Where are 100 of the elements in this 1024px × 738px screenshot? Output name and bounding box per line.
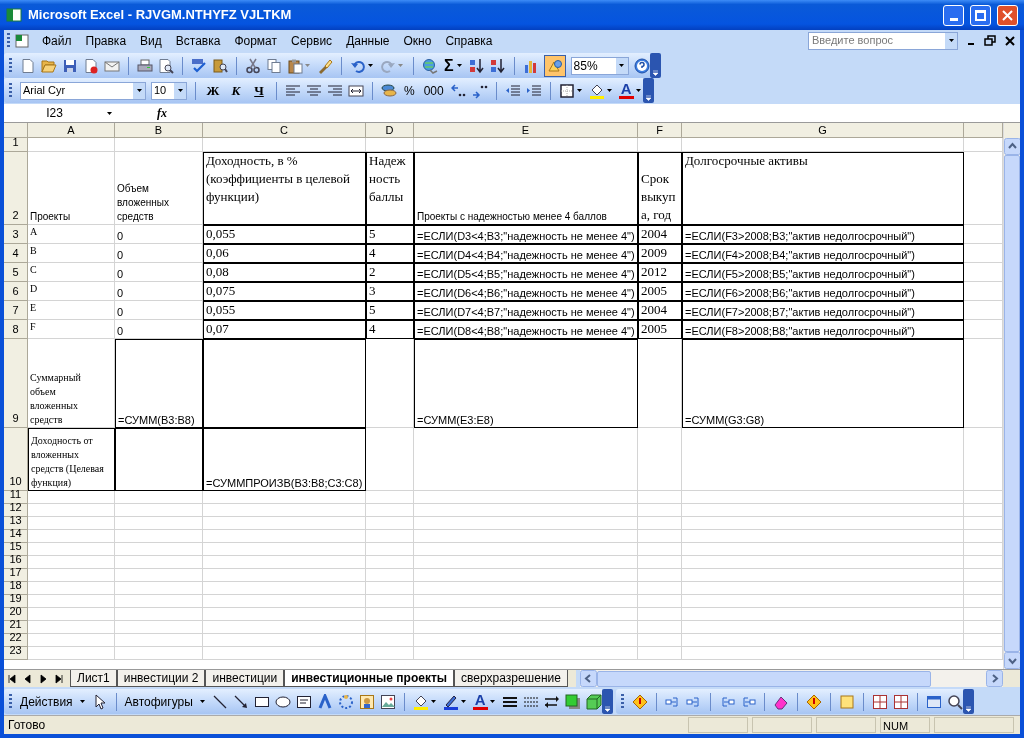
toolbar-options-icon[interactable] — [962, 689, 974, 714]
name-box[interactable]: I23 — [4, 104, 114, 122]
menu-item[interactable]: Файл — [35, 31, 79, 50]
toolbar-options-icon[interactable] — [642, 78, 654, 103]
borders-icon[interactable] — [558, 82, 575, 99]
sort-descending-icon[interactable] — [489, 57, 506, 74]
column-header[interactable]: E — [414, 123, 638, 138]
restore-icon[interactable] — [984, 34, 996, 47]
row-header[interactable]: 17 — [4, 569, 28, 582]
increase-decimal-icon[interactable] — [450, 82, 467, 99]
caret-icon[interactable] — [177, 89, 183, 92]
menu-item[interactable]: Формат — [227, 31, 285, 50]
merge-center-icon[interactable] — [348, 82, 364, 99]
previous-sheet-icon[interactable] — [22, 672, 34, 685]
clip-art-icon[interactable] — [358, 693, 375, 710]
copy-icon[interactable] — [266, 57, 282, 74]
new-document-icon[interactable] — [20, 57, 36, 74]
sort-ascending-icon[interactable] — [468, 57, 485, 74]
coins-icon[interactable] — [381, 82, 397, 99]
font-dropdown[interactable]: Arial Cyr — [20, 81, 146, 100]
menu-item[interactable]: Правка — [78, 31, 134, 50]
row-header[interactable]: 4 — [4, 244, 28, 263]
font-style-button[interactable]: К — [227, 80, 245, 101]
row-header[interactable]: 15 — [4, 543, 28, 556]
font-color-button[interactable]: A — [472, 693, 488, 710]
help-icon[interactable] — [633, 57, 650, 74]
caret-icon[interactable] — [635, 89, 641, 92]
row-header[interactable]: 19 — [4, 595, 28, 608]
font-style-button[interactable]: Ж — [204, 80, 222, 101]
caret-icon[interactable] — [456, 64, 462, 67]
toolbar-options-icon[interactable] — [601, 689, 613, 714]
warning-diamond-icon[interactable] — [631, 693, 648, 710]
menu-item[interactable]: Сервис — [284, 31, 340, 50]
sheet-tab[interactable]: Лист1 — [70, 670, 117, 687]
scroll-up-icon[interactable] — [1004, 138, 1020, 155]
row-header[interactable]: 8 — [4, 320, 28, 339]
column-header[interactable]: C — [203, 123, 366, 138]
caret-icon[interactable] — [576, 89, 582, 92]
decrease-indent-icon[interactable] — [504, 82, 521, 99]
menu-item[interactable]: Данные — [339, 31, 397, 50]
row-header[interactable]: 22 — [4, 634, 28, 647]
book-icon[interactable] — [212, 57, 228, 74]
autoshapes-menu[interactable]: Автофигуры — [124, 692, 193, 711]
number-format-button[interactable]: 000 — [421, 81, 446, 100]
column-header[interactable]: D — [366, 123, 414, 138]
sheet-tab[interactable]: инвестиционные проекты — [284, 670, 455, 687]
open-folder-icon[interactable] — [41, 57, 57, 74]
row-header[interactable]: 18 — [4, 582, 28, 595]
font-style-button[interactable]: Ч — [250, 80, 268, 101]
diagram-icon[interactable] — [337, 693, 354, 710]
double-arrow-icon[interactable] — [543, 693, 560, 710]
row-header[interactable]: 14 — [4, 530, 28, 543]
minimize-button[interactable] — [943, 4, 964, 26]
fill-bucket-icon[interactable] — [588, 82, 605, 99]
scroll-down-icon[interactable] — [1004, 652, 1020, 669]
scroll-right-icon[interactable] — [986, 670, 1003, 687]
close-icon[interactable] — [1004, 34, 1016, 47]
document-stop-icon[interactable] — [83, 57, 99, 74]
align-left-icon[interactable] — [285, 82, 301, 99]
window-icon[interactable] — [925, 693, 942, 710]
warning-diamond-icon[interactable] — [805, 693, 822, 710]
spreadsheet-doc-icon[interactable] — [13, 32, 31, 49]
print-preview-icon[interactable] — [158, 57, 174, 74]
shadow-icon[interactable] — [564, 693, 581, 710]
caret-icon[interactable] — [460, 700, 466, 703]
caret-icon[interactable] — [606, 89, 612, 92]
brush-icon[interactable] — [317, 57, 333, 74]
number-format-button[interactable]: % — [402, 81, 417, 100]
column-header[interactable]: G — [682, 123, 964, 138]
spell-check-icon[interactable] — [191, 57, 207, 74]
horizontal-scroll-thumb[interactable] — [596, 670, 931, 687]
first-sheet-icon[interactable] — [6, 672, 18, 685]
caret-icon[interactable] — [136, 89, 142, 92]
sheet-tab[interactable]: сверхразрешение — [454, 670, 568, 687]
save-icon[interactable] — [62, 57, 78, 74]
cut-icon[interactable] — [245, 57, 261, 74]
close-button[interactable] — [997, 4, 1018, 26]
row-header[interactable]: 2 — [4, 152, 28, 225]
globe-icon[interactable] — [422, 57, 438, 74]
caret-icon[interactable] — [430, 700, 436, 703]
caret-icon[interactable] — [619, 64, 625, 67]
row-header[interactable]: 9 — [4, 339, 28, 428]
oval-icon[interactable] — [274, 693, 291, 710]
column-header[interactable]: A — [28, 123, 115, 138]
toolbar-options-icon[interactable] — [649, 53, 661, 78]
magnifier-icon[interactable] — [946, 693, 963, 710]
sheet-tab[interactable]: инвестиции — [205, 670, 285, 687]
row-header[interactable]: 5 — [4, 263, 28, 282]
row-header[interactable]: 20 — [4, 608, 28, 621]
column-header[interactable]: B — [115, 123, 203, 138]
font-size-dropdown[interactable]: 10 — [151, 81, 187, 100]
caret-icon[interactable] — [489, 700, 495, 703]
actions-menu[interactable]: Действия — [20, 692, 73, 711]
row-header[interactable]: 10 — [4, 428, 28, 491]
line-icon[interactable] — [211, 693, 228, 710]
last-sheet-icon[interactable] — [54, 672, 66, 685]
menu-item[interactable]: Окно — [396, 31, 439, 50]
function-label[interactable]: fx — [157, 104, 167, 122]
autosum-button[interactable]: Σ — [443, 57, 455, 74]
menu-item[interactable]: Справка — [438, 31, 500, 50]
